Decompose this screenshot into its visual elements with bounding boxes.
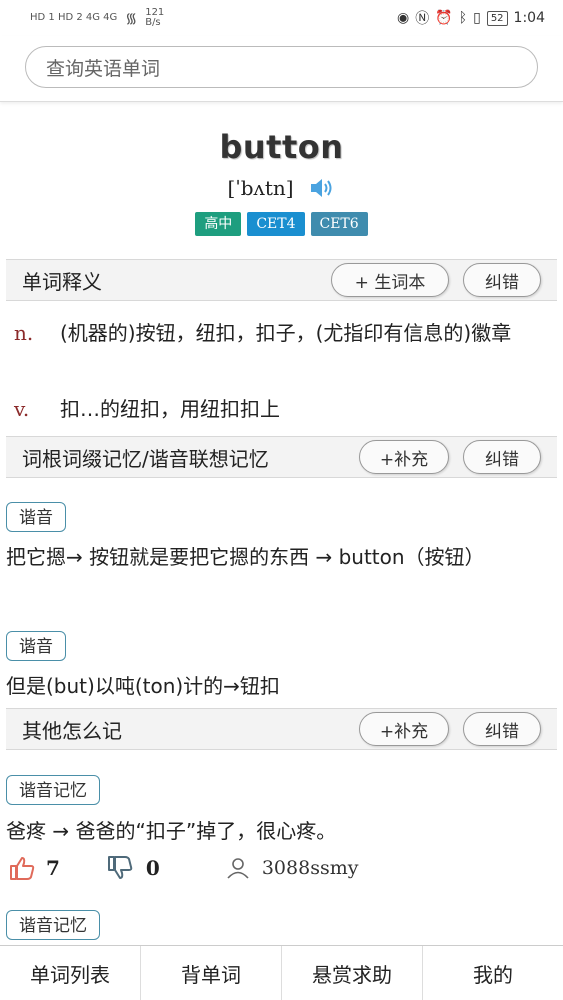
tag-level: CET4 <box>247 212 305 236</box>
tag-level: CET6 <box>310 212 368 236</box>
mnemonic-chip: 谐音 <box>6 502 66 532</box>
mnemonic-chip: 谐音记忆 <box>6 910 100 940</box>
add-note-button[interactable]: +补充 <box>359 712 449 746</box>
signal-text: HD 1 HD 2 4G 4G <box>30 12 118 23</box>
network-speed: 121 B/s <box>145 8 164 28</box>
add-note-button[interactable]: +补充 <box>359 440 449 474</box>
thumbs-down-icon[interactable] <box>106 855 134 881</box>
definition-item: v. 扣…的纽扣，用纽扣扣上 <box>14 390 551 428</box>
root-section-header: 词根词缀记忆/谐音联想记忆 +补充 纠错 <box>6 436 557 478</box>
wifi-icon: ᯾ <box>125 10 138 27</box>
speed-unit: B/s <box>145 17 161 28</box>
mnemonic-chip: 谐音记忆 <box>6 775 100 805</box>
like-count: 7 <box>46 856 60 880</box>
mnemonic-text: 把它摁→ 按钮就是要把它摁的东西 → button（按钮） <box>6 545 485 569</box>
speaker-icon[interactable] <box>308 176 336 200</box>
signal-icon: HD 1 HD 2 4G 4G <box>30 13 117 23</box>
clock: 1:04 <box>513 10 545 26</box>
correct-button[interactable]: 纠错 <box>463 440 541 474</box>
section-title: 单词释义 <box>22 269 102 294</box>
definition-section-header: 单词释义 + 生词本 纠错 <box>6 259 557 301</box>
phonetic-row: [ˈbʌtn] <box>0 176 563 200</box>
add-vocab-button[interactable]: + 生词本 <box>331 263 449 297</box>
battery-icon: 52 <box>486 10 508 26</box>
alarm-icon: ⏰ <box>435 10 453 26</box>
part-of-speech: n. <box>14 321 34 345</box>
status-bar: HD 1 HD 2 4G 4G ᯾ 121 B/s ◉ Ⓝ ⏰ ᛒ ▯ 52 1… <box>0 0 563 36</box>
nav-bounty-help[interactable]: 悬赏求助 <box>282 946 423 1000</box>
definition-text: (机器的)按钮，纽扣，扣子，(尤指印有信息的)徽章 <box>60 321 512 345</box>
vote-row: 7 0 3088ssmy <box>6 848 557 888</box>
definition-item: n. (机器的)按钮，纽扣，扣子，(尤指印有信息的)徽章 <box>14 314 551 352</box>
thumbs-up-icon[interactable] <box>8 855 36 881</box>
word-title: button <box>219 128 344 166</box>
bluetooth-icon: ᛒ <box>458 10 468 26</box>
author-name[interactable]: 3088ssmy <box>262 857 359 879</box>
bottom-nav: 单词列表 背单词 悬赏求助 我的 <box>0 945 563 1000</box>
correct-button[interactable]: 纠错 <box>463 263 541 297</box>
tag-level: 高中 <box>195 212 242 236</box>
search-placeholder: 查询英语单词 <box>46 57 161 80</box>
mnemonic-chip: 谐音 <box>6 631 66 661</box>
phonetic: [ˈbʌtn] <box>227 176 294 200</box>
definition-text: 扣…的纽扣，用纽扣扣上 <box>60 397 280 421</box>
nav-mine[interactable]: 我的 <box>423 946 563 1000</box>
search-input[interactable]: 查询英语单词 <box>25 46 538 88</box>
status-right: ◉ Ⓝ ⏰ ᛒ ▯ 52 1:04 <box>397 8 545 28</box>
search-area: 查询英语单词 <box>0 36 563 102</box>
nav-word-list[interactable]: 单词列表 <box>0 946 141 1000</box>
section-title: 其他怎么记 <box>22 718 122 743</box>
nfc-icon: Ⓝ <box>415 11 430 27</box>
vibrate-icon: ▯ <box>473 10 481 26</box>
section-title: 词根词缀记忆/谐音联想记忆 <box>22 446 269 471</box>
dislike-count: 0 <box>145 856 160 880</box>
level-tags: 高中 CET4 CET6 <box>0 212 563 236</box>
nav-memorize[interactable]: 背单词 <box>141 946 282 1000</box>
eye-icon: ◉ <box>397 10 410 26</box>
mnemonic-text: 但是(but)以吨(ton)计的→钮扣 <box>6 674 280 698</box>
user-icon <box>227 858 249 879</box>
part-of-speech: v. <box>14 397 30 421</box>
correct-button[interactable]: 纠错 <box>463 712 541 746</box>
mnemonic-text: 爸疼 → 爸爸的“扣子”掉了，很心疼。 <box>6 819 337 843</box>
other-section-header: 其他怎么记 +补充 纠错 <box>6 708 557 750</box>
status-left: HD 1 HD 2 4G 4G ᯾ 121 B/s <box>30 8 164 28</box>
